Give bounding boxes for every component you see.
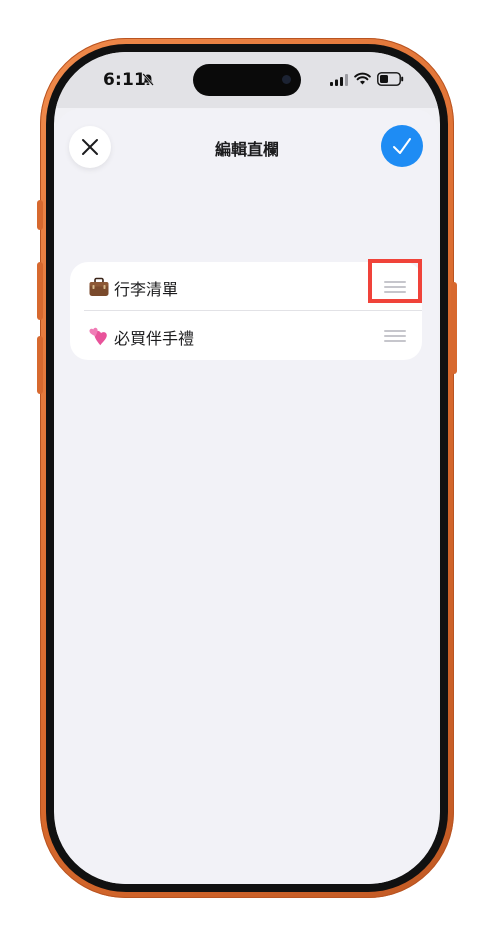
- checkmark-icon: [393, 138, 411, 154]
- battery-icon: [377, 72, 404, 86]
- dynamic-island: [193, 64, 301, 96]
- drag-handle-icon[interactable]: [384, 330, 406, 342]
- power-button: [451, 282, 457, 374]
- briefcase-icon: [89, 277, 109, 296]
- list-item[interactable]: 必買伴手禮: [70, 311, 422, 360]
- column-label: 行李清單: [114, 280, 179, 299]
- volume-down-button: [37, 336, 43, 394]
- volume-up-button: [37, 262, 43, 320]
- highlight-annotation: [368, 259, 422, 303]
- status-bar: 6:11: [54, 52, 440, 108]
- front-camera: [282, 75, 291, 84]
- status-time: 6:11: [103, 70, 147, 90]
- silent-mode-icon: [142, 73, 154, 86]
- edit-columns-sheet: 編輯直欄 行李清單 必買伴手禮: [56, 109, 438, 884]
- done-button[interactable]: [381, 125, 423, 167]
- signal-icon: [330, 74, 348, 86]
- wifi-icon: [354, 72, 371, 85]
- column-label: 必買伴手禮: [114, 329, 195, 348]
- action-button: [37, 200, 43, 230]
- phone-screen: 6:11 編輯直欄 行李清單 必買伴手禮: [54, 52, 440, 884]
- two-hearts-icon: [89, 327, 107, 346]
